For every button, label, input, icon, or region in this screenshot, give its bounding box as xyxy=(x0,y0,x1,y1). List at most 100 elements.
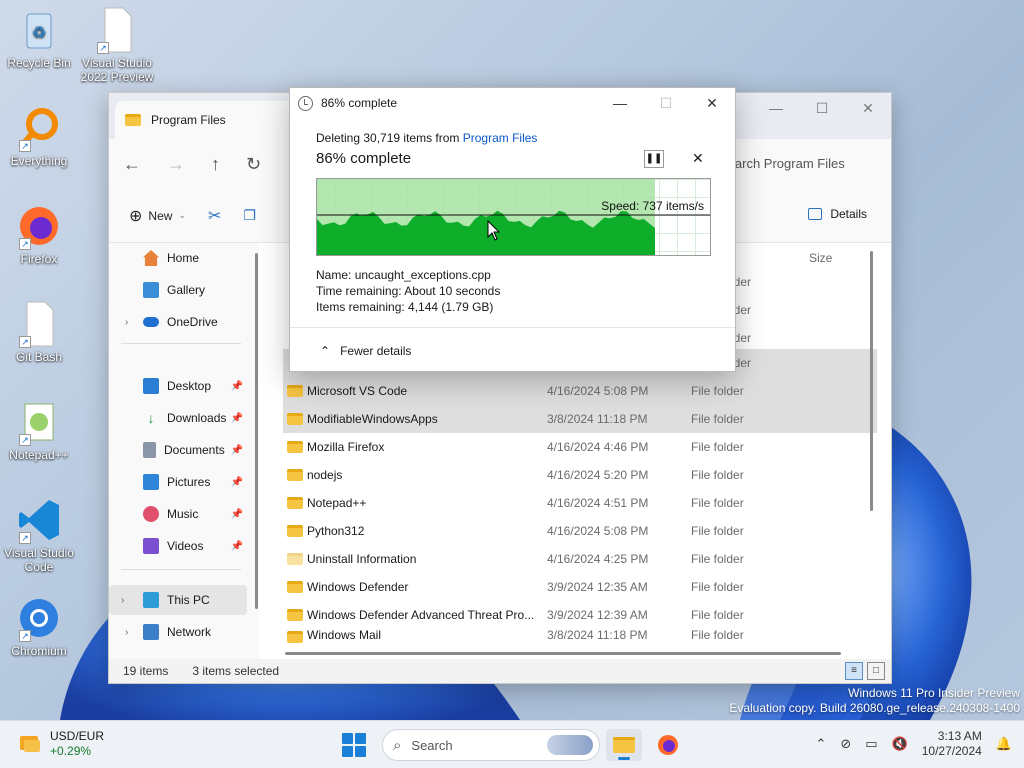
table-row[interactable]: Python312 4/16/2024 5:08 PM File folder xyxy=(283,517,877,545)
desktop-icon-git-bash[interactable]: ↗ Git Bash xyxy=(0,300,78,364)
chevron-up-icon: ⌃ xyxy=(320,344,331,358)
forward-arrow-icon[interactable]: → xyxy=(167,154,185,175)
notification-bell-icon[interactable]: 🔔 xyxy=(996,736,1012,752)
folder-icon xyxy=(287,385,303,397)
minimize-button[interactable]: — xyxy=(597,88,643,118)
network-disconnected-icon[interactable]: ⊘ xyxy=(840,736,851,752)
folder-icon xyxy=(125,114,141,126)
desktop-icon-visual-studio[interactable]: ↗ Visual Studio 2022 Preview xyxy=(78,6,156,84)
folder-icon xyxy=(287,469,303,481)
currency-chart-icon xyxy=(20,736,40,752)
pin-icon[interactable]: 📌 xyxy=(231,509,243,520)
chevron-right-icon[interactable]: › xyxy=(125,627,128,638)
chevron-up-icon[interactable]: ⌃ xyxy=(815,736,826,752)
taskbar-search-box[interactable]: ⌕ Search xyxy=(382,729,600,761)
sidebar-item-pictures[interactable]: Pictures 📌 xyxy=(119,467,247,497)
folder-icon xyxy=(287,581,303,593)
download-icon: ↓ xyxy=(147,410,155,426)
pin-icon[interactable]: 📌 xyxy=(231,541,243,552)
shortcut-arrow-icon: ↗ xyxy=(19,140,31,152)
evaluation-watermark: Windows 11 Pro Insider Preview Evaluatio… xyxy=(729,686,1020,715)
fewer-details-button[interactable]: ⌃ Fewer details xyxy=(320,344,411,358)
volume-muted-icon[interactable]: 🔇 xyxy=(892,736,908,752)
folder-icon xyxy=(287,609,303,621)
table-row[interactable]: nodejs 4/16/2024 5:20 PM File folder xyxy=(283,461,877,489)
refresh-icon[interactable]: ↻ xyxy=(246,154,261,175)
column-header-size[interactable]: Size xyxy=(809,251,832,265)
network-icon xyxy=(143,624,159,640)
start-button[interactable] xyxy=(342,733,366,757)
details-view-button[interactable]: ≡ xyxy=(845,662,863,680)
table-row[interactable]: Notepad++ 4/16/2024 4:51 PM File folder xyxy=(283,489,877,517)
firefox-icon xyxy=(658,735,678,755)
documents-icon xyxy=(143,442,156,458)
folder-icon xyxy=(287,497,303,509)
sidebar-item-home[interactable]: Home xyxy=(119,243,247,273)
cancel-button[interactable]: ✕ xyxy=(692,150,704,167)
chevron-right-icon[interactable]: › xyxy=(125,317,128,328)
sidebar-item-documents[interactable]: Documents 📌 xyxy=(119,435,247,465)
desktop-icon-vscode[interactable]: ↗ Visual Studio Code xyxy=(0,496,78,574)
recycle-bin-icon: ♻ xyxy=(15,6,63,54)
horizontal-scrollbar[interactable] xyxy=(285,652,841,655)
taskbar-file-explorer[interactable] xyxy=(606,729,642,761)
desktop-icon-chromium[interactable]: ↗ Chromium xyxy=(0,594,78,658)
taskbar-firefox[interactable] xyxy=(650,729,686,761)
pause-button[interactable]: ❚❚ xyxy=(644,150,664,168)
folder-icon xyxy=(287,631,303,643)
desktop-icon-recycle-bin[interactable]: ♻ Recycle Bin xyxy=(0,6,78,70)
sidebar-scrollbar[interactable] xyxy=(255,253,258,609)
vertical-scrollbar[interactable] xyxy=(870,251,873,511)
table-row[interactable]: Mozilla Firefox 4/16/2024 4:46 PM File f… xyxy=(283,433,877,461)
sidebar-item-this-pc[interactable]: › This PC xyxy=(109,585,247,615)
taskbar: USD/EUR +0.29% ⌕ Search ⌃ ⊘ ▭ 🔇 3:13 AM … xyxy=(0,720,1024,768)
sidebar-item-videos[interactable]: Videos 📌 xyxy=(119,531,247,561)
desktop-icon-everything[interactable]: ↗ Everything xyxy=(0,104,78,168)
table-row[interactable]: Windows Mail 3/8/2024 11:18 PM File fold… xyxy=(283,629,877,643)
pin-icon[interactable]: 📌 xyxy=(231,445,243,456)
table-row[interactable]: Microsoft VS Code 4/16/2024 5:08 PM File… xyxy=(283,377,877,405)
close-button[interactable]: ✕ xyxy=(689,88,735,118)
system-tray: ⌃ ⊘ ▭ 🔇 3:13 AM 10/27/2024 🔔 xyxy=(815,729,1012,759)
notepadpp-icon: ↗ xyxy=(15,398,63,446)
navigation-pane: Home Gallery › OneDrive Desktop 📌 ↓ Down… xyxy=(109,243,259,659)
new-button[interactable]: ⊕ New ⌄ xyxy=(129,206,186,226)
table-row[interactable]: ModifiableWindowsApps 3/8/2024 11:18 PM … xyxy=(283,405,877,433)
tiles-view-button[interactable]: □ xyxy=(867,662,885,680)
shortcut-arrow-icon: ↗ xyxy=(19,630,31,642)
pin-icon[interactable]: 📌 xyxy=(231,413,243,424)
source-folder-link[interactable]: Program Files xyxy=(463,131,538,145)
pictures-icon xyxy=(143,474,159,490)
sidebar-item-music[interactable]: Music 📌 xyxy=(119,499,247,529)
sidebar-item-gallery[interactable]: Gallery xyxy=(119,275,247,305)
pin-icon[interactable]: 📌 xyxy=(231,477,243,488)
copy-icon[interactable]: ❐ xyxy=(243,207,256,224)
desktop-icon-notepadpp[interactable]: ↗ Notepad++ xyxy=(0,398,78,462)
back-arrow-icon[interactable]: ← xyxy=(123,154,141,175)
search-highlight-icon xyxy=(547,735,593,755)
up-arrow-icon[interactable]: ↑ xyxy=(211,154,220,175)
tab-program-files[interactable]: Program Files xyxy=(115,101,315,139)
taskbar-clock[interactable]: 3:13 AM 10/27/2024 xyxy=(922,729,982,759)
sidebar-item-network[interactable]: › Network xyxy=(119,617,247,647)
table-row[interactable]: Windows Defender Advanced Threat Pro... … xyxy=(283,601,877,629)
table-row[interactable]: Windows Defender 3/9/2024 12:35 AM File … xyxy=(283,573,877,601)
everything-icon: ↗ xyxy=(15,104,63,152)
table-row[interactable]: Uninstall Information 4/16/2024 4:25 PM … xyxy=(283,545,877,573)
desktop-icon-firefox[interactable]: ↗ Firefox xyxy=(0,202,78,266)
close-button[interactable]: ✕ xyxy=(845,93,891,123)
maximize-button[interactable]: ☐ xyxy=(799,93,845,123)
sidebar-item-onedrive[interactable]: › OneDrive xyxy=(119,307,247,337)
document-icon: ↗ xyxy=(93,6,141,54)
widgets-button[interactable]: USD/EUR +0.29% xyxy=(18,729,104,759)
sidebar-item-downloads[interactable]: ↓ Downloads 📌 xyxy=(119,403,247,433)
sidebar-item-desktop[interactable]: Desktop 📌 xyxy=(119,371,247,401)
vscode-icon: ↗ xyxy=(15,496,63,544)
cut-icon[interactable]: ✂ xyxy=(208,206,221,226)
videos-icon xyxy=(143,538,159,554)
minimize-button[interactable]: — xyxy=(753,93,799,123)
details-button[interactable]: Details xyxy=(808,207,867,221)
chevron-right-icon[interactable]: › xyxy=(121,595,124,606)
pin-icon[interactable]: 📌 xyxy=(231,381,243,392)
display-icon[interactable]: ▭ xyxy=(865,736,877,752)
